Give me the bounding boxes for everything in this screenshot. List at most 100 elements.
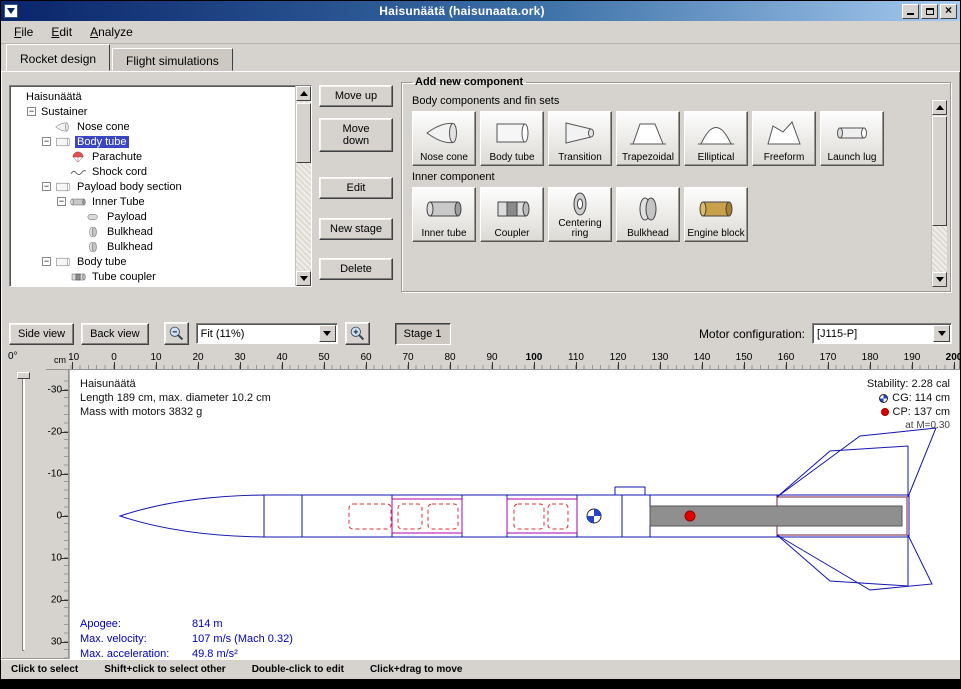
add-centering-ring-button[interactable]: Centering ring xyxy=(548,187,612,242)
tree-expander-icon[interactable]: − xyxy=(42,257,51,266)
ruler-tick-label: 90 xyxy=(486,352,497,363)
add-bulkhead-button[interactable]: Bulkhead xyxy=(616,187,680,242)
cg-marker xyxy=(587,509,601,523)
add-coupler-button[interactable]: Coupler xyxy=(480,187,544,242)
ruler-tick xyxy=(744,362,745,369)
zoom-in-button[interactable] xyxy=(345,322,370,345)
scroll-up-button[interactable] xyxy=(932,100,947,115)
new-stage-button[interactable]: New stage xyxy=(319,218,393,240)
statusbar: Click to selectShift+click to select oth… xyxy=(1,659,960,679)
add-transition-button[interactable]: Transition xyxy=(548,111,612,166)
scrollbar-track[interactable] xyxy=(932,115,947,272)
tab-rocket-design[interactable]: Rocket design xyxy=(6,44,110,71)
add-inner-tube-button[interactable]: Inner tube xyxy=(412,187,476,242)
move-down-button[interactable]: Move down xyxy=(319,118,393,152)
tree-action-buttons: Move up Move down Edit New stage Delete xyxy=(319,78,393,280)
add-elliptical-button[interactable]: Elliptical xyxy=(684,111,748,166)
scroll-up-button[interactable] xyxy=(296,86,311,101)
tree-item-parachute[interactable]: Parachute xyxy=(10,149,295,164)
menubar: FileEditAnalyze xyxy=(1,21,960,44)
motor-configuration-value: [J115-P] xyxy=(813,328,932,340)
add-body-tube-button[interactable]: Body tube xyxy=(480,111,544,166)
move-up-button[interactable]: Move up xyxy=(319,85,393,107)
close-button[interactable]: × xyxy=(940,4,957,19)
tree-item-nose-cone[interactable]: Nose cone xyxy=(10,119,295,134)
tree-item-payload-body-section[interactable]: −Payload body section xyxy=(10,179,295,194)
tree-item-label: Haisunäätä xyxy=(24,91,84,103)
rocket-canvas[interactable]: HaisunäätäLength 189 cm, max. diameter 1… xyxy=(69,370,960,659)
ruler-tick xyxy=(114,362,115,369)
tree-item-body-tube[interactable]: −Body tube xyxy=(10,254,295,269)
ruler-tick xyxy=(534,362,535,369)
ruler-tick-label: 10 xyxy=(150,352,161,363)
tree-item-sustainer[interactable]: −Sustainer xyxy=(10,104,295,119)
stability-value: Stability: 2.28 cal xyxy=(867,377,950,391)
dropdown-button[interactable] xyxy=(933,325,950,342)
minimize-button[interactable] xyxy=(902,4,919,19)
add-freeform-button[interactable]: Freeform xyxy=(752,111,816,166)
menu-analyze[interactable]: Analyze xyxy=(81,22,142,42)
add-panel-scrollbar[interactable] xyxy=(931,100,947,287)
tree-item-body-tube[interactable]: −Body tube xyxy=(10,134,295,149)
maximize-button[interactable] xyxy=(921,4,938,19)
bulkhead-icon xyxy=(69,286,87,287)
ruler-tick xyxy=(786,362,787,369)
back-view-button[interactable]: Back view xyxy=(81,323,149,345)
arrow-up-icon xyxy=(936,101,944,110)
delete-button[interactable]: Delete xyxy=(319,258,393,280)
cp-icon xyxy=(881,408,889,416)
ruler-tick xyxy=(576,362,577,369)
edit-button[interactable]: Edit xyxy=(319,177,393,199)
tree-expander-icon[interactable]: − xyxy=(42,137,51,146)
tree-item-tube-coupler[interactable]: Tube coupler xyxy=(10,269,295,284)
component-button-label: Bulkhead xyxy=(627,229,669,239)
tree-item-bulkhead[interactable]: Bulkhead xyxy=(10,284,295,286)
tree-item-shock-cord[interactable]: Shock cord xyxy=(10,164,295,179)
stage-1-toggle[interactable]: Stage 1 xyxy=(395,323,451,345)
tree-expander-icon[interactable]: − xyxy=(57,197,66,206)
add-nose-cone-button[interactable]: Nose cone xyxy=(412,111,476,166)
dropdown-button[interactable] xyxy=(319,325,336,342)
rotation-slider-handle[interactable] xyxy=(17,372,30,379)
component-tree: Haisunäätä−SustainerNose cone−Body tubeP… xyxy=(10,86,295,286)
zoom-value: Fit (11%) xyxy=(197,328,318,340)
window-title: Haisunäätä (haisunaata.ork) xyxy=(22,4,902,18)
ruler-tick xyxy=(660,362,661,369)
menu-file[interactable]: File xyxy=(5,22,42,42)
ruler-tick xyxy=(61,432,68,433)
menu-edit[interactable]: Edit xyxy=(42,22,81,42)
rotation-slider-track[interactable] xyxy=(22,374,25,651)
add-engine-block-button[interactable]: Engine block xyxy=(684,187,748,242)
tree-item-payload[interactable]: Payload xyxy=(10,209,295,224)
zoom-select[interactable]: Fit (11%) xyxy=(196,323,338,344)
scrollbar-thumb[interactable] xyxy=(296,103,311,163)
component-button-label: Launch lug xyxy=(828,153,877,163)
tab-flight-simulations[interactable]: Flight simulations xyxy=(112,48,233,71)
rocket-info: HaisunäätäLength 189 cm, max. diameter 1… xyxy=(80,377,271,419)
tree-expander-icon[interactable]: − xyxy=(42,182,51,191)
chevron-down-icon xyxy=(938,331,946,340)
zoom-out-button[interactable] xyxy=(164,322,189,345)
scroll-down-button[interactable] xyxy=(932,272,947,287)
tree-item-bulkhead[interactable]: Bulkhead xyxy=(10,239,295,254)
side-view-button[interactable]: Side view xyxy=(9,323,74,345)
tree-item-inner-tube[interactable]: −Inner Tube xyxy=(10,194,295,209)
tree-expander-icon[interactable]: − xyxy=(27,107,36,116)
scrollbar-thumb[interactable] xyxy=(932,116,947,226)
scroll-down-button[interactable] xyxy=(296,271,311,286)
add-trapezoidal-button[interactable]: Trapezoidal xyxy=(616,111,680,166)
ruler-tick-label: 30 xyxy=(51,637,62,648)
ruler-tick xyxy=(61,600,68,601)
tree-item-bulkhead[interactable]: Bulkhead xyxy=(10,224,295,239)
tree-scrollbar[interactable] xyxy=(295,86,311,286)
add-launch-lug-button[interactable]: Launch lug xyxy=(820,111,884,166)
flight-stat-label: Max. acceleration: xyxy=(80,648,192,659)
ruler-tick-label: -20 xyxy=(48,427,62,438)
app-window: Haisunäätä (haisunaata.ork) × FileEditAn… xyxy=(0,0,961,689)
scrollbar-track[interactable] xyxy=(296,101,311,271)
tree-item-haisun-t[interactable]: Haisunäätä xyxy=(10,89,295,104)
vertical-ruler: -30-20-100102030 xyxy=(46,370,69,659)
freeform-icon xyxy=(764,112,804,153)
motor-configuration-select[interactable]: [J115-P] xyxy=(812,323,952,344)
coupler-icon xyxy=(69,271,87,283)
